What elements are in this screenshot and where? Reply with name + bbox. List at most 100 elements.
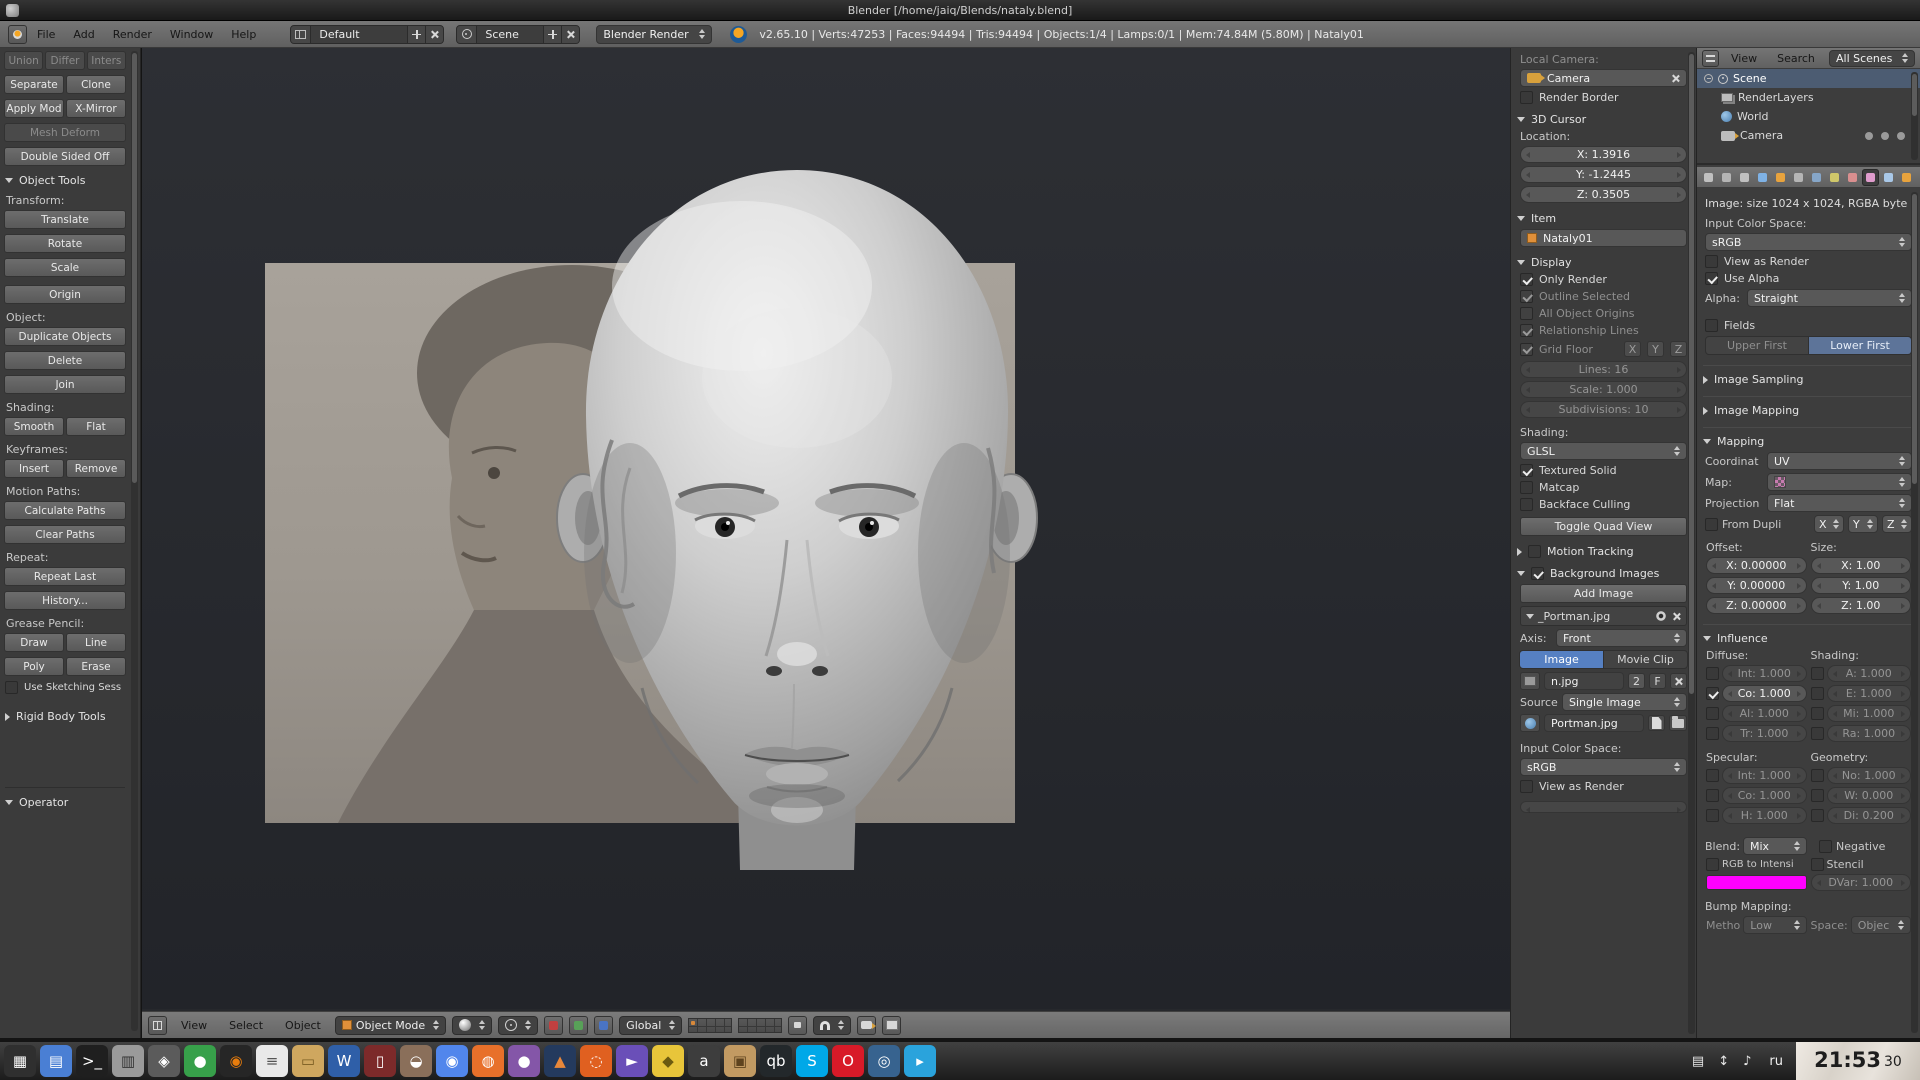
delete-layout-button[interactable]	[425, 26, 443, 43]
operator-panel-header[interactable]: Operator	[5, 787, 125, 809]
view-as-render-checkbox[interactable]	[1520, 780, 1533, 793]
geometry-displace-slider[interactable]: Di: 0.200	[1827, 807, 1912, 824]
image-browse-button[interactable]	[1520, 672, 1540, 690]
screen-layout-selector[interactable]: Default	[290, 25, 444, 44]
properties-tab-object-data[interactable]	[1826, 169, 1843, 186]
difference-button[interactable]: Differ	[45, 51, 84, 70]
mode-selector[interactable]: Object Mode	[335, 1016, 446, 1035]
pivot-selector[interactable]	[498, 1016, 538, 1035]
outliner-search-menu[interactable]: Search	[1769, 49, 1823, 68]
delete-scene-button[interactable]	[561, 26, 579, 43]
coordinates-selector[interactable]: UV	[1767, 452, 1912, 470]
smooth-button[interactable]: Smooth	[4, 417, 64, 436]
snap-selector[interactable]	[813, 1016, 851, 1035]
toolshelf-scrollbar[interactable]	[131, 51, 138, 1031]
axis-z-selector[interactable]: Z	[1882, 515, 1912, 533]
outliner-display-mode-selector[interactable]: All Scenes	[1829, 50, 1915, 67]
grid-scale-field[interactable]: Scale: 1.000	[1520, 381, 1687, 398]
add-scene-button[interactable]	[543, 26, 561, 43]
shading-mirror-checkbox[interactable]	[1811, 707, 1824, 720]
image-filepath-field[interactable]: Portman.jpg	[1544, 714, 1644, 732]
taskbar-icon-text-editor[interactable]: ≡	[256, 1045, 288, 1077]
shading-ray-mirror-slider[interactable]: Ra: 1.000	[1827, 725, 1912, 742]
taskbar-icon-opera[interactable]: O	[832, 1045, 864, 1077]
scale-button[interactable]: Scale	[4, 258, 126, 277]
add-layout-button[interactable]	[407, 26, 425, 43]
taskbar-icon-inkscape[interactable]: ◆	[652, 1045, 684, 1077]
display-panel-header[interactable]: Display	[1517, 256, 1690, 269]
double-sided-button[interactable]: Double Sided Off	[4, 147, 126, 166]
color-space-selector[interactable]: sRGB	[1520, 758, 1687, 776]
matcap-checkbox[interactable]	[1520, 481, 1533, 494]
all-object-origins-checkbox[interactable]	[1520, 307, 1533, 320]
diffuse-color-checkbox[interactable]	[1706, 687, 1719, 700]
item-panel-header[interactable]: Item	[1517, 212, 1690, 225]
specular-color-slider[interactable]: Co: 1.000	[1722, 787, 1807, 804]
calculate-paths-button[interactable]: Calculate Paths	[4, 501, 126, 520]
clear-camera-icon[interactable]	[1671, 74, 1680, 83]
taskbar-icon-file-manager[interactable]: ▤	[40, 1045, 72, 1077]
union-button[interactable]: Union	[4, 51, 43, 70]
add-menu[interactable]: Add	[65, 25, 102, 44]
diffuse-alpha-slider[interactable]: Al: 1.000	[1722, 705, 1807, 722]
shading-ambient-slider[interactable]: A: 1.000	[1827, 665, 1912, 682]
expander-icon[interactable]	[1704, 74, 1713, 83]
fake-user-button[interactable]: F	[1649, 673, 1666, 689]
motion-tracking-panel-header[interactable]: Motion Tracking	[1517, 545, 1690, 558]
specular-color-checkbox[interactable]	[1706, 789, 1719, 802]
object-tools-panel-header[interactable]: Object Tools	[5, 174, 125, 187]
background-images-checkbox[interactable]	[1531, 567, 1544, 580]
manipulator-translate-button[interactable]	[544, 1016, 563, 1035]
geometry-displace-checkbox[interactable]	[1811, 809, 1824, 822]
grid-x-toggle[interactable]: X	[1624, 341, 1641, 357]
taskbar-icon-ubuntu-software[interactable]: ◌	[580, 1045, 612, 1077]
axis-x-selector[interactable]: X	[1814, 515, 1844, 533]
shading-ambient-checkbox[interactable]	[1811, 667, 1824, 680]
taskbar-icon-media-player[interactable]: ►	[616, 1045, 648, 1077]
taskbar-icon-firefox[interactable]: ◍	[472, 1045, 504, 1077]
specular-intensity-checkbox[interactable]	[1706, 769, 1719, 782]
taskbar-icon-purple-app[interactable]: ●	[508, 1045, 540, 1077]
keyboard-layout-indicator[interactable]: ru	[1769, 1054, 1783, 1069]
outliner-scrollbar[interactable]	[1911, 72, 1918, 160]
bump-method-selector[interactable]: Low	[1743, 916, 1806, 934]
specular-hardness-checkbox[interactable]	[1706, 809, 1719, 822]
from-dupli-checkbox[interactable]	[1705, 518, 1718, 531]
properties-tab-render[interactable]	[1700, 169, 1717, 186]
repeat-last-button[interactable]: Repeat Last	[4, 567, 126, 586]
taskbar-icon-skype[interactable]: S	[796, 1045, 828, 1077]
alpha-mode-selector[interactable]: Straight	[1747, 289, 1912, 307]
view-as-render-checkbox[interactable]	[1705, 255, 1718, 268]
layers-widget-right[interactable]	[738, 1018, 782, 1033]
taskbar-icon-apps-menu[interactable]: ▦	[4, 1045, 36, 1077]
stencil-checkbox[interactable]	[1811, 858, 1824, 871]
opengl-render-button[interactable]	[857, 1016, 876, 1035]
offset-z-field[interactable]: Z: 0.00000	[1706, 597, 1807, 614]
properties-tab-world[interactable]	[1754, 169, 1771, 186]
orientation-selector[interactable]: Global	[619, 1016, 682, 1035]
viewport-shading-selector[interactable]: GLSL	[1520, 442, 1687, 460]
taskbar-icon-files[interactable]: ▥	[112, 1045, 144, 1077]
properties-tab-object[interactable]	[1772, 169, 1789, 186]
visibility-icon[interactable]	[1865, 132, 1873, 140]
remove-image-icon[interactable]	[1672, 612, 1681, 621]
taskbar-icon-gimp[interactable]: ◒	[400, 1045, 432, 1077]
grid-subdivisions-field[interactable]: Subdivisions: 10	[1520, 401, 1687, 418]
size-y-field[interactable]: Y: 1.00	[1811, 577, 1912, 594]
color-swatch[interactable]	[1706, 875, 1807, 890]
backface-culling-checkbox[interactable]	[1520, 498, 1533, 511]
outliner-item-renderlayers[interactable]: RenderLayers	[1697, 88, 1920, 107]
users-count-button[interactable]: 2	[1628, 673, 1645, 689]
properties-tab-render-layers[interactable]	[1718, 169, 1735, 186]
uv-map-selector[interactable]	[1767, 473, 1912, 491]
mesh-deform-button[interactable]: Mesh Deform	[4, 123, 126, 142]
axis-y-selector[interactable]: Y	[1848, 515, 1878, 533]
taskbar-icon-utility[interactable]: ◈	[148, 1045, 180, 1077]
layers-widget-left[interactable]	[688, 1018, 732, 1033]
diffuse-alpha-checkbox[interactable]	[1706, 707, 1719, 720]
image-mapping-panel-header[interactable]: Image Mapping	[1703, 396, 1914, 417]
join-button[interactable]: Join	[4, 375, 126, 394]
properties-tab-texture[interactable]	[1862, 169, 1879, 186]
influence-panel-header[interactable]: Influence	[1703, 624, 1914, 645]
unlink-image-button[interactable]	[1670, 673, 1687, 689]
